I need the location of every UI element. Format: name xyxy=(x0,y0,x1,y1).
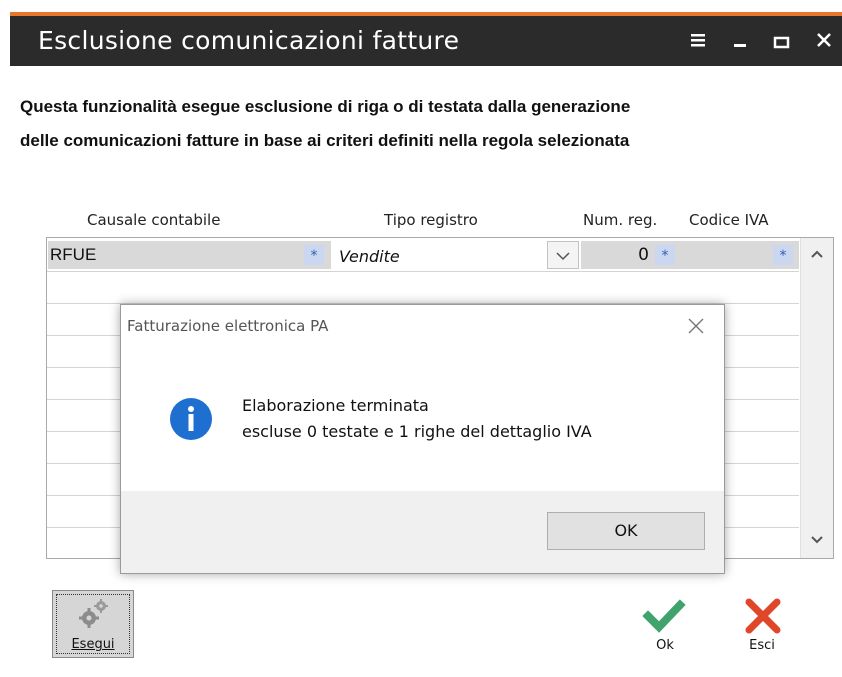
message-dialog: Fatturazione elettronica PA Elaborazione… xyxy=(120,304,725,574)
menu-icon[interactable] xyxy=(689,30,709,50)
gears-icon xyxy=(79,599,108,628)
column-header-num-reg: Num. reg. xyxy=(583,211,658,229)
chevron-down-icon[interactable] xyxy=(809,532,825,548)
esegui-label: Esegui xyxy=(71,637,115,652)
esci-button[interactable]: Esci xyxy=(733,596,791,660)
tipo-registro-value: Vendite xyxy=(339,247,400,266)
column-header-codice-iva: Codice IVA xyxy=(689,211,769,229)
dialog-message-line-2: escluse 0 testate e 1 righe del dettagli… xyxy=(242,422,592,441)
codice-iva-lookup-button[interactable]: * xyxy=(773,245,793,265)
checkmark-icon xyxy=(642,599,686,633)
column-header-causale: Causale contabile xyxy=(87,211,221,229)
column-header-tipo-registro: Tipo registro xyxy=(384,211,478,229)
close-x-icon xyxy=(745,598,781,634)
app-window: Esclusione comunicazioni fatture Questa … xyxy=(0,0,842,677)
causale-value: RFUE xyxy=(50,245,97,264)
num-reg-cell[interactable]: 0 * xyxy=(581,241,685,269)
ok-button[interactable]: Ok xyxy=(636,596,694,660)
dialog-title: Fatturazione elettronica PA xyxy=(127,317,329,335)
dialog-footer: OK xyxy=(121,491,724,573)
causale-cell[interactable]: RFUE * xyxy=(48,241,331,269)
description: Questa funzionalità esegue esclusione di… xyxy=(20,90,820,158)
description-line-2: delle comunicazioni fatture in base ai c… xyxy=(20,131,630,150)
description-line-1: Questa funzionalità esegue esclusione di… xyxy=(20,97,631,116)
maximize-icon[interactable] xyxy=(772,30,792,50)
close-icon[interactable] xyxy=(814,30,834,50)
tipo-registro-dropdown-button[interactable] xyxy=(547,241,579,269)
causale-lookup-button[interactable]: * xyxy=(304,245,324,265)
esegui-button[interactable]: Esegui xyxy=(52,590,134,658)
esci-label: Esci xyxy=(749,638,775,653)
minimize-icon[interactable] xyxy=(731,30,751,50)
vertical-scrollbar[interactable] xyxy=(800,238,833,558)
title-bar: Esclusione comunicazioni fatture xyxy=(10,16,842,66)
table-row[interactable]: RFUE * Vendite 0 * * xyxy=(47,238,799,271)
chevron-down-icon xyxy=(556,252,570,261)
close-icon[interactable] xyxy=(687,317,705,335)
chevron-up-icon[interactable] xyxy=(809,246,825,262)
num-reg-lookup-button[interactable]: * xyxy=(655,245,675,265)
grid-line xyxy=(47,271,799,272)
ok-label: Ok xyxy=(656,638,674,653)
dialog-message-line-1: Elaborazione terminata xyxy=(242,396,429,415)
num-reg-value: 0 xyxy=(638,245,649,265)
codice-iva-cell[interactable]: * xyxy=(685,241,799,269)
info-icon xyxy=(170,398,212,440)
window-title: Esclusione comunicazioni fatture xyxy=(38,26,460,55)
dialog-ok-button[interactable]: OK xyxy=(547,512,705,550)
tipo-registro-select[interactable]: Vendite xyxy=(331,241,581,269)
